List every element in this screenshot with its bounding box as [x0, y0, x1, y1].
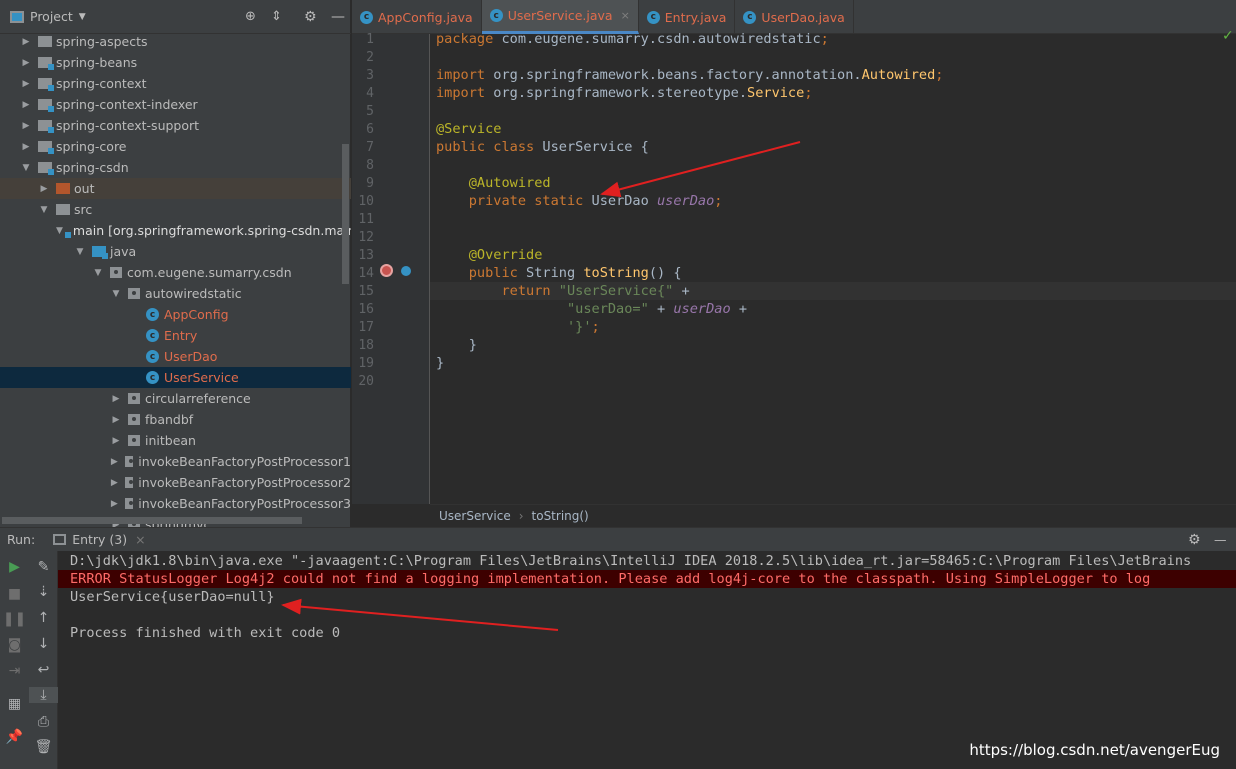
watermark: https://blog.csdn.net/avengerEug [969, 741, 1220, 759]
annotation-arrows [281, 141, 801, 631]
arrow-to-autowired [600, 141, 801, 198]
arrow-to-null-output [281, 598, 559, 631]
